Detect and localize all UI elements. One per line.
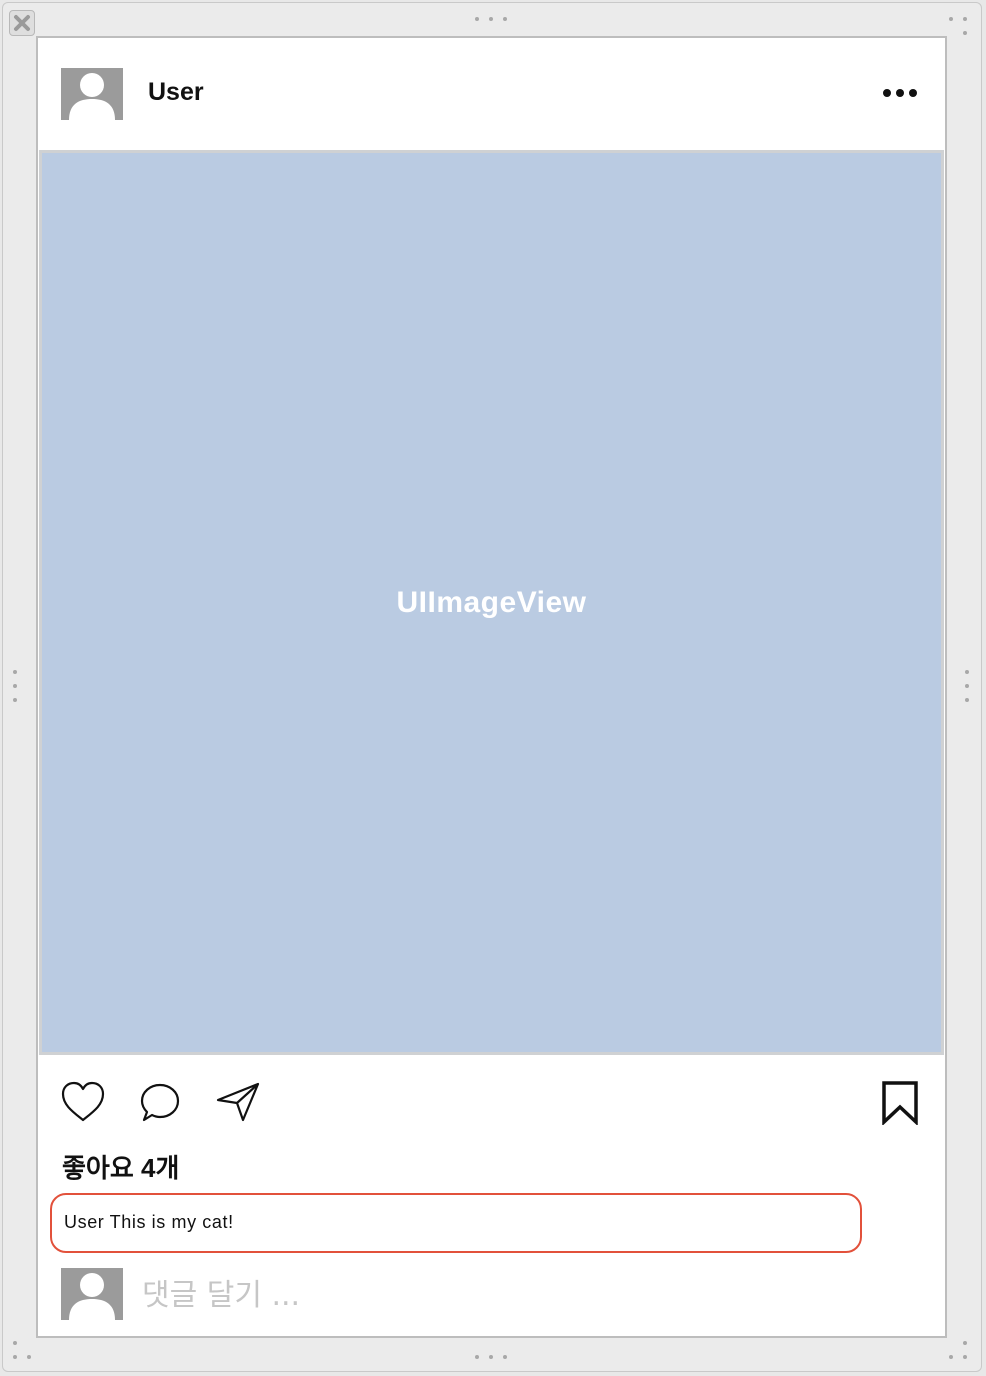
likes-count[interactable]: 좋아요 4개	[62, 1148, 179, 1185]
more-dots-icon[interactable]	[880, 86, 920, 100]
close-button[interactable]	[9, 10, 35, 36]
caption-highlight: User This is my cat!	[50, 1193, 862, 1253]
resize-handle-bottom[interactable]	[473, 1353, 513, 1361]
person-icon	[69, 73, 115, 120]
resize-handle-top-right[interactable]	[947, 15, 971, 37]
resize-handle-left[interactable]	[11, 668, 19, 708]
comment-input[interactable]	[142, 1273, 842, 1317]
user-avatar[interactable]	[61, 68, 123, 120]
post-card: User UIImageView 좋아요 4개 User This is my …	[36, 36, 947, 1338]
heart-icon[interactable]	[60, 1080, 106, 1124]
bookmark-icon[interactable]	[881, 1081, 919, 1125]
resize-handle-right[interactable]	[963, 668, 971, 708]
comment-bubble-icon[interactable]	[139, 1082, 181, 1124]
resize-handle-bottom-left[interactable]	[11, 1339, 35, 1361]
resize-handle-top[interactable]	[473, 15, 513, 23]
post-image: UIImageView	[39, 150, 944, 1055]
post-username[interactable]: User	[148, 78, 204, 107]
resize-handle-bottom-right[interactable]	[947, 1339, 971, 1361]
paper-plane-icon[interactable]	[215, 1080, 261, 1124]
person-icon	[69, 1273, 115, 1320]
comment-avatar	[61, 1268, 123, 1320]
post-caption: User This is my cat!	[64, 1212, 234, 1232]
close-icon	[14, 15, 30, 31]
image-placeholder-label: UIImageView	[396, 585, 587, 619]
